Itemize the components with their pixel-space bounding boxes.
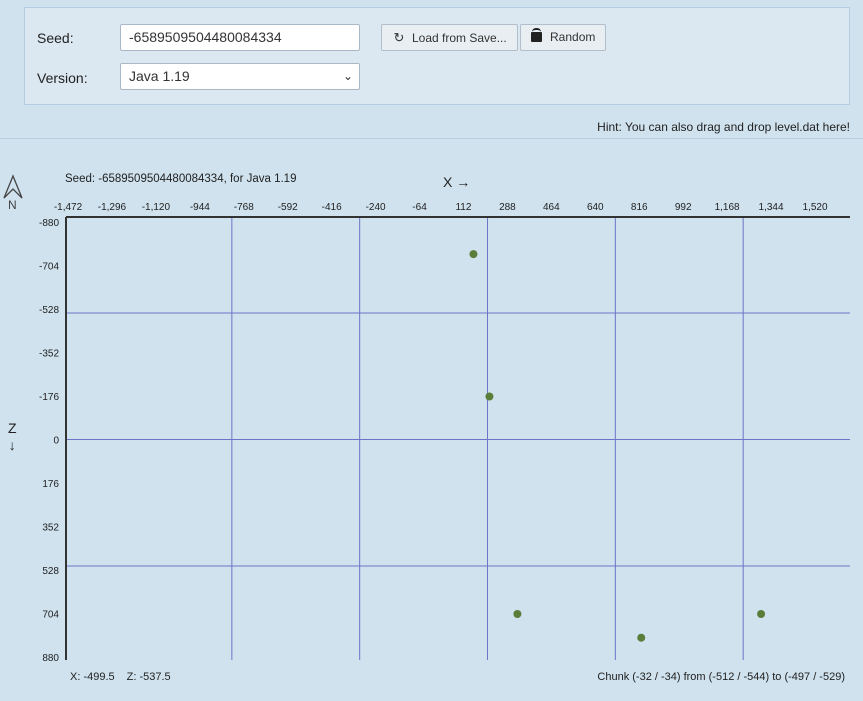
z-tick-label: 176 [42, 479, 59, 490]
x-tick-label: -1,472 [54, 202, 83, 213]
z-tick-label: 528 [42, 566, 59, 577]
z-tick-label: -880 [39, 218, 59, 229]
x-tick-label: 640 [587, 202, 604, 213]
cursor-coordinates: X: -499.5 Z: -537.5 [70, 671, 171, 683]
structure-marker [637, 633, 646, 642]
x-tick-label: 992 [675, 202, 692, 213]
z-tick-label: 0 [53, 436, 59, 447]
x-tick-label: -240 [366, 202, 386, 213]
z-tick-label: -528 [39, 305, 59, 316]
x-tick-label: 816 [631, 202, 648, 213]
x-tick-label: 1,344 [759, 202, 784, 213]
z-tick-label: 352 [42, 523, 59, 534]
z-tick-label: 880 [42, 653, 59, 664]
x-tick-label: 464 [543, 202, 560, 213]
x-tick-label: -592 [278, 202, 298, 213]
x-tick-label: -416 [322, 202, 342, 213]
structure-marker [469, 250, 478, 259]
cursor-x: X: -499.5 [70, 671, 115, 683]
x-tick-label: 1,168 [715, 202, 740, 213]
x-tick-label: 288 [499, 202, 516, 213]
z-tick-label: -704 [39, 262, 59, 273]
x-tick-label: 112 [455, 202, 471, 213]
structure-marker [513, 609, 522, 618]
cursor-z: Z: -537.5 [126, 671, 171, 683]
z-tick-label: -352 [39, 349, 59, 360]
x-tick-label: -1,296 [98, 202, 127, 213]
x-tick-label: -768 [234, 202, 254, 213]
chunk-info: Chunk (-32 / -34) from (-512 / -544) to … [597, 671, 845, 683]
x-tick-label: -1,120 [142, 202, 171, 213]
structure-marker [757, 609, 766, 618]
x-tick-label: -944 [190, 202, 210, 213]
seed-map[interactable]: -1,472 -1,296 -1,120 -944 -768 -592 -416 -240 -6… [0, 0, 863, 701]
z-tick-label: 704 [42, 610, 59, 621]
z-tick-label: -176 [39, 392, 59, 403]
x-tick-label: 1,520 [802, 202, 827, 213]
structure-marker [485, 392, 494, 401]
x-tick-label: -64 [412, 202, 427, 213]
